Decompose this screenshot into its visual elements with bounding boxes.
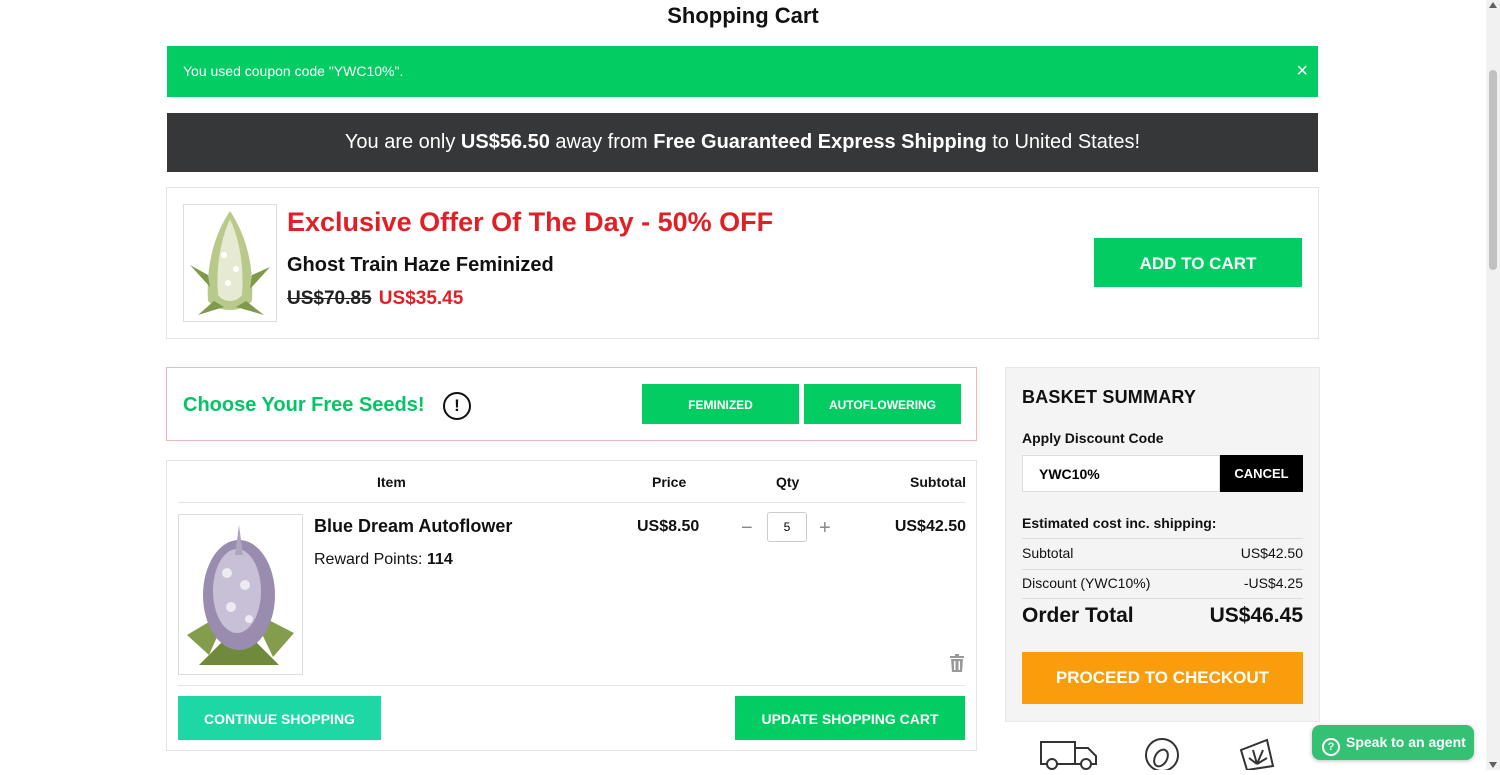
tab-feminized[interactable]: FEMINIZED (642, 384, 799, 424)
scroll-down-icon[interactable] (1489, 762, 1497, 768)
discount-code-input[interactable] (1022, 455, 1220, 492)
scroll-up-icon[interactable] (1489, 2, 1497, 8)
qty-input[interactable] (767, 512, 807, 542)
offer-old-price: US$70.85 (287, 288, 372, 309)
subtotal-value: US$42.50 (1240, 545, 1303, 561)
qty-increase-button[interactable]: + (819, 517, 831, 540)
reward-points: Reward Points: 114 (314, 551, 453, 569)
reward-label: Reward Points: (314, 551, 427, 568)
info-icon[interactable]: ! (443, 392, 471, 420)
shipping-middle: away from (549, 131, 654, 153)
offer-headline: Exclusive Offer Of The Day - 50% OFF (287, 207, 774, 237)
help-icon: ? (1322, 738, 1340, 756)
shipping-suffix: to United States! (986, 131, 1141, 153)
close-icon[interactable]: × (1296, 60, 1308, 83)
estimate-label: Estimated cost inc. shipping: (1022, 515, 1217, 531)
order-total-value: US$46.45 (1209, 604, 1303, 627)
coupon-message: You used coupon code "YWC10%". (183, 63, 404, 79)
free-shipping-bar: You are only US$56.50 away from Free Gua… (167, 113, 1318, 172)
cannabis-leaf-icon (1237, 736, 1277, 775)
shipping-prefix: You are only (344, 131, 461, 153)
delivery-truck-icon (1040, 736, 1098, 775)
update-cart-button[interactable]: UPDATE SHOPPING CART (735, 696, 965, 740)
cart-item-price: US$8.50 (637, 518, 700, 535)
summary-title: BASKET SUMMARY (1022, 387, 1197, 407)
scrollbar[interactable] (1486, 0, 1500, 770)
offer-of-the-day: Exclusive Offer Of The Day - 50% OFF Gho… (166, 187, 1319, 339)
continue-shopping-button[interactable]: CONTINUE SHOPPING (178, 696, 381, 740)
offer-prices: US$70.85 US$35.45 (287, 288, 463, 310)
tab-autoflowering[interactable]: AUTOFLOWERING (804, 384, 961, 424)
cart-item-subtotal: US$42.50 (894, 518, 966, 535)
divider (178, 685, 965, 686)
shipping-amount: US$56.50 (460, 131, 550, 153)
seed-badge-icon (1143, 736, 1181, 775)
offer-product-name[interactable]: Ghost Train Haze Feminized (287, 254, 554, 277)
cart-item-name[interactable]: Blue Dream Autoflower (314, 516, 512, 537)
divider (1022, 598, 1303, 599)
agent-label: Speak to an agent (1346, 734, 1466, 750)
column-header-item: Item (377, 474, 406, 490)
trash-icon[interactable] (949, 654, 965, 677)
reward-value: 114 (426, 551, 453, 568)
page-title: Shopping Cart (667, 3, 819, 28)
divider (1022, 538, 1303, 539)
column-header-subtotal: Subtotal (910, 474, 966, 490)
divider (178, 502, 965, 503)
free-seeds-label: Choose Your Free Seeds! (183, 394, 425, 416)
discount-code-label: Apply Discount Code (1022, 430, 1164, 446)
free-seeds-panel: Choose Your Free Seeds! ! FEMINIZED AUTO… (166, 367, 977, 441)
proceed-to-checkout-button[interactable]: PROCEED TO CHECKOUT (1022, 652, 1303, 704)
discount-row-value: -US$4.25 (1243, 575, 1303, 591)
column-header-price: Price (652, 474, 687, 490)
column-header-qty: Qty (776, 474, 800, 490)
offer-new-price: US$35.45 (378, 288, 464, 309)
cart-item-image[interactable] (178, 514, 303, 675)
discount-row-label: Discount (YWC10%) (1022, 575, 1151, 591)
basket-summary: BASKET SUMMARY Apply Discount Code CANCE… (1005, 367, 1320, 722)
coupon-notice: You used coupon code "YWC10%". × (167, 46, 1318, 97)
order-total-label: Order Total (1022, 604, 1134, 627)
cart-table: Item Price Qty Subtotal Blue Dream Autof… (166, 460, 977, 751)
qty-decrease-button[interactable]: − (741, 517, 753, 540)
add-to-cart-button[interactable]: ADD TO CART (1094, 238, 1302, 287)
speak-to-agent-button[interactable]: ? Speak to an agent (1312, 725, 1474, 760)
scrollbar-thumb[interactable] (1489, 70, 1497, 270)
offer-product-image[interactable] (183, 204, 277, 322)
cancel-discount-button[interactable]: CANCEL (1220, 455, 1303, 492)
subtotal-label: Subtotal (1022, 545, 1074, 561)
divider (1022, 569, 1303, 570)
shipping-highlight: Free Guaranteed Express Shipping (653, 131, 987, 153)
